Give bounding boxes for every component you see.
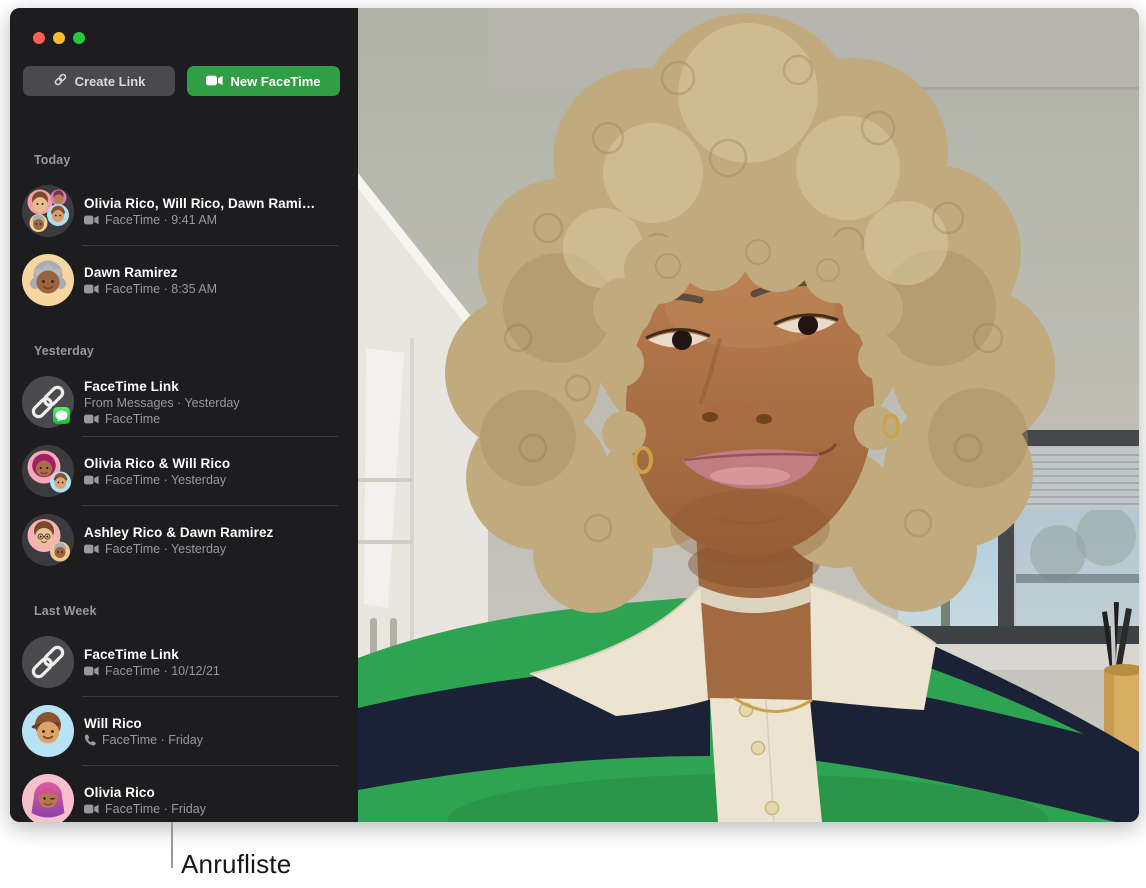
group-avatar [22,185,74,237]
call-row-olivia-will[interactable]: Olivia Rico & Will Rico FaceTime · Yeste… [10,437,358,505]
facetime-window: Create Link New FaceTime Today [10,8,1139,822]
section-today: Today [10,153,358,314]
create-link-button[interactable]: Create Link [23,66,175,96]
call-row-facetime-link-2[interactable]: FaceTime Link FaceTime · 10/12/21 [10,628,358,696]
phone-icon [84,734,96,746]
call-list: Today [10,153,358,822]
call-subtitle: FaceTime · 10/12/21 [105,664,220,678]
call-subtitle: FaceTime · 8:35 AM [105,282,217,296]
video-camera-icon [84,804,99,814]
shirt-button [766,802,779,815]
callout-label: Anrufliste [181,849,291,880]
call-row-ashley-dawn[interactable]: Ashley Rico & Dawn Ramirez FaceTime · Ye… [10,506,358,574]
call-subtitle: From Messages · Yesterday [84,396,240,410]
window-controls [10,8,358,44]
section-header: Last Week [34,604,358,618]
call-subtitle: FaceTime [105,412,160,426]
minimize-button[interactable] [53,32,65,44]
toolbar: Create Link New FaceTime [23,66,358,96]
call-subtitle: FaceTime · 9:41 AM [105,213,217,227]
memoji-avatar [22,254,74,306]
call-subtitle: FaceTime · Friday [102,733,203,747]
video-camera-icon [84,666,99,676]
link-icon [53,72,68,90]
video-tile [358,8,1139,822]
section-last-week: Last Week FaceTime Link [10,604,358,822]
callout-line [171,822,173,868]
video-camera-icon [84,544,99,554]
call-title: FaceTime Link [84,647,220,662]
video-scene [358,8,1139,822]
video-camera-icon [206,74,223,89]
group-avatar [22,514,74,566]
messages-badge-icon [53,407,70,424]
close-button[interactable] [33,32,45,44]
call-title: Dawn Ramirez [84,265,217,280]
memoji-avatar [22,774,74,822]
zoom-button[interactable] [73,32,85,44]
video-camera-icon [84,284,99,294]
facetime-link-avatar [22,636,74,688]
video-camera-icon [84,215,99,225]
call-title: Olivia Rico, Will Rico, Dawn Rami… [84,196,315,211]
call-subtitle: FaceTime · Yesterday [105,473,226,487]
new-facetime-label: New FaceTime [230,74,320,89]
facetime-link-avatar [22,376,74,428]
call-subtitle: FaceTime · Friday [105,802,206,816]
call-title: FaceTime Link [84,379,240,394]
group-avatar [22,445,74,497]
video-camera-icon [84,414,99,424]
call-title: Ashley Rico & Dawn Ramirez [84,525,273,540]
create-link-label: Create Link [75,74,146,89]
shirt-button [752,742,765,755]
memoji-avatar [22,705,74,757]
call-subtitle: FaceTime · Yesterday [105,542,226,556]
section-header: Yesterday [34,344,358,358]
section-header: Today [34,153,358,167]
call-row-dawn-ramirez[interactable]: Dawn Ramirez FaceTime · 8:35 AM [10,246,358,314]
call-row-will-rico[interactable]: Will Rico FaceTime · Friday [10,697,358,765]
video-camera-icon [84,475,99,485]
sidebar: Create Link New FaceTime Today [10,8,358,822]
call-row-olivia-rico[interactable]: Olivia Rico FaceTime · Friday [10,766,358,822]
call-title: Olivia Rico [84,785,206,800]
new-facetime-button[interactable]: New FaceTime [187,66,340,96]
call-row-facetime-link[interactable]: FaceTime Link From Messages · Yesterday … [10,368,358,436]
call-title: Olivia Rico & Will Rico [84,456,230,471]
call-title: Will Rico [84,716,203,731]
call-row-group-olivia-will-dawn[interactable]: Olivia Rico, Will Rico, Dawn Rami… FaceT… [10,177,358,245]
section-yesterday: Yesterday [10,344,358,574]
